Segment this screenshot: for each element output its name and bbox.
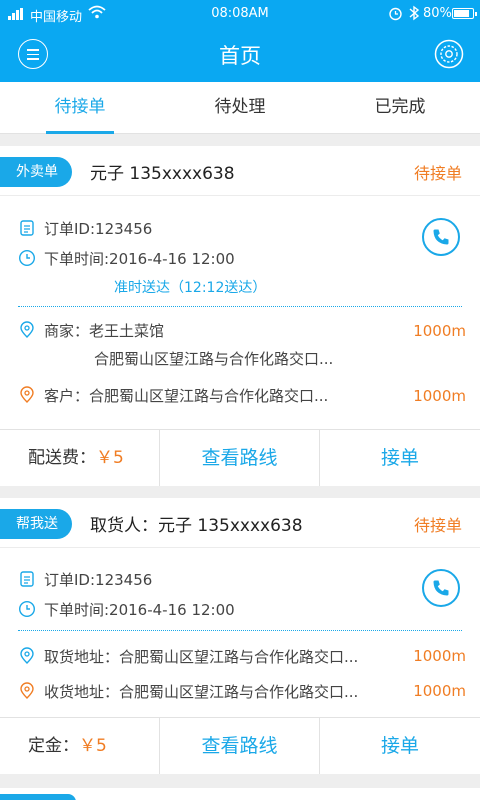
customer-row: 客户：合肥蜀山区望江路与合作化路交口... [18,385,328,406]
delivery-fee: 配送费：￥5 [0,430,160,486]
merchant-name: 商家：老王土菜馆 [44,322,165,340]
divider [18,306,462,307]
order-card-delivery: 帮我送 取货人：元子 135xxxx638 待接单 订单ID:123456 下单… [0,498,480,774]
dropoff-row: 收货地址：合肥蜀山区望江路与合作化路交口... [18,681,358,702]
pickup-distance: 1000m [413,647,466,665]
alarm-icon [389,7,402,21]
fee-label: 定金： [28,736,79,756]
order-footer: 配送费：￥5 查看路线 接单 [0,429,480,486]
pickup-address: 取货地址：合肥蜀山区望江路与合作化路交口... [44,648,359,666]
order-header: 外卖单 元子 135xxxx638 待接单 [0,146,480,196]
location-pin-icon [20,321,34,338]
phone-icon [433,580,449,596]
location-pin-icon [20,647,34,664]
clock-icon [18,600,36,618]
order-contact: 元子 135xxxx638 [90,164,235,184]
battery-percentage: 80% [423,6,452,21]
order-type-badge: 帮我送 [0,509,72,539]
order-time: 下单时间:2016-4-16 12:00 [44,250,235,268]
delivery-note: 准时送达（12:12送达） [114,280,267,296]
location-pin-icon [20,386,34,403]
order-time: 下单时间:2016-4-16 12:00 [44,601,235,619]
fee-amount: ￥5 [96,448,124,468]
order-id: 订单ID:123456 [44,220,153,238]
fee-amount: ￥5 [79,736,107,756]
accept-order-button[interactable]: 接单 [320,430,480,486]
next-order-card [0,788,480,800]
divider [18,630,462,631]
location-pin-icon [20,682,34,699]
order-id-row: 订单ID:123456 [18,218,152,239]
bluetooth-icon [409,5,420,21]
order-list-icon [20,571,34,587]
tab-pending-accept[interactable]: 待接单 [0,82,160,134]
dropoff-distance: 1000m [413,682,466,700]
call-button[interactable] [422,218,460,256]
clock-icon [18,249,36,267]
order-status: 待接单 [413,164,462,183]
pickup-row: 取货地址：合肥蜀山区望江路与合作化路交口... [18,646,358,667]
view-route-button[interactable]: 查看路线 [160,718,320,774]
app-bar: 首页 [0,28,480,82]
call-button[interactable] [422,569,460,607]
order-header: 帮我送 取货人：元子 135xxxx638 待接单 [0,498,480,548]
order-id: 订单ID:123456 [44,571,153,589]
tab-completed[interactable]: 已完成 [320,82,480,134]
status-bar: 中国移动 08:08AM 80% [0,0,480,28]
merchant-address: 合肥蜀山区望江路与合作化路交口... [94,350,334,368]
customer-address: 客户：合肥蜀山区望江路与合作化路交口... [44,387,329,405]
order-id-row: 订单ID:123456 [18,569,152,590]
phone-icon [433,229,449,245]
order-time-row: 下单时间:2016-4-16 12:00 [18,248,235,269]
fee-label: 配送费： [28,448,96,468]
deposit-fee: 定金：￥5 [0,718,160,774]
view-route-button[interactable]: 查看路线 [160,430,320,486]
page-title: 首页 [219,44,261,68]
tab-bar: 待接单 待处理 已完成 [0,82,480,134]
order-list-icon [20,220,34,236]
dropoff-address: 收货地址：合肥蜀山区望江路与合作化路交口... [44,683,359,701]
order-time-row: 下单时间:2016-4-16 12:00 [18,599,235,620]
order-footer: 定金：￥5 查看路线 接单 [0,717,480,774]
order-type-badge [0,794,76,800]
order-contact: 取货人：元子 135xxxx638 [90,516,303,536]
battery-icon [452,8,477,19]
settings-icon[interactable] [434,39,464,69]
accept-order-button[interactable]: 接单 [320,718,480,774]
customer-distance: 1000m [413,387,466,405]
order-status: 待接单 [413,516,462,535]
merchant-distance: 1000m [413,322,466,340]
tab-pending-process[interactable]: 待处理 [160,82,320,134]
order-card-takeout: 外卖单 元子 135xxxx638 待接单 订单ID:123456 下单时间:2… [0,146,480,486]
order-type-badge: 外卖单 [0,157,72,187]
merchant-row: 商家：老王土菜馆 [18,320,164,341]
